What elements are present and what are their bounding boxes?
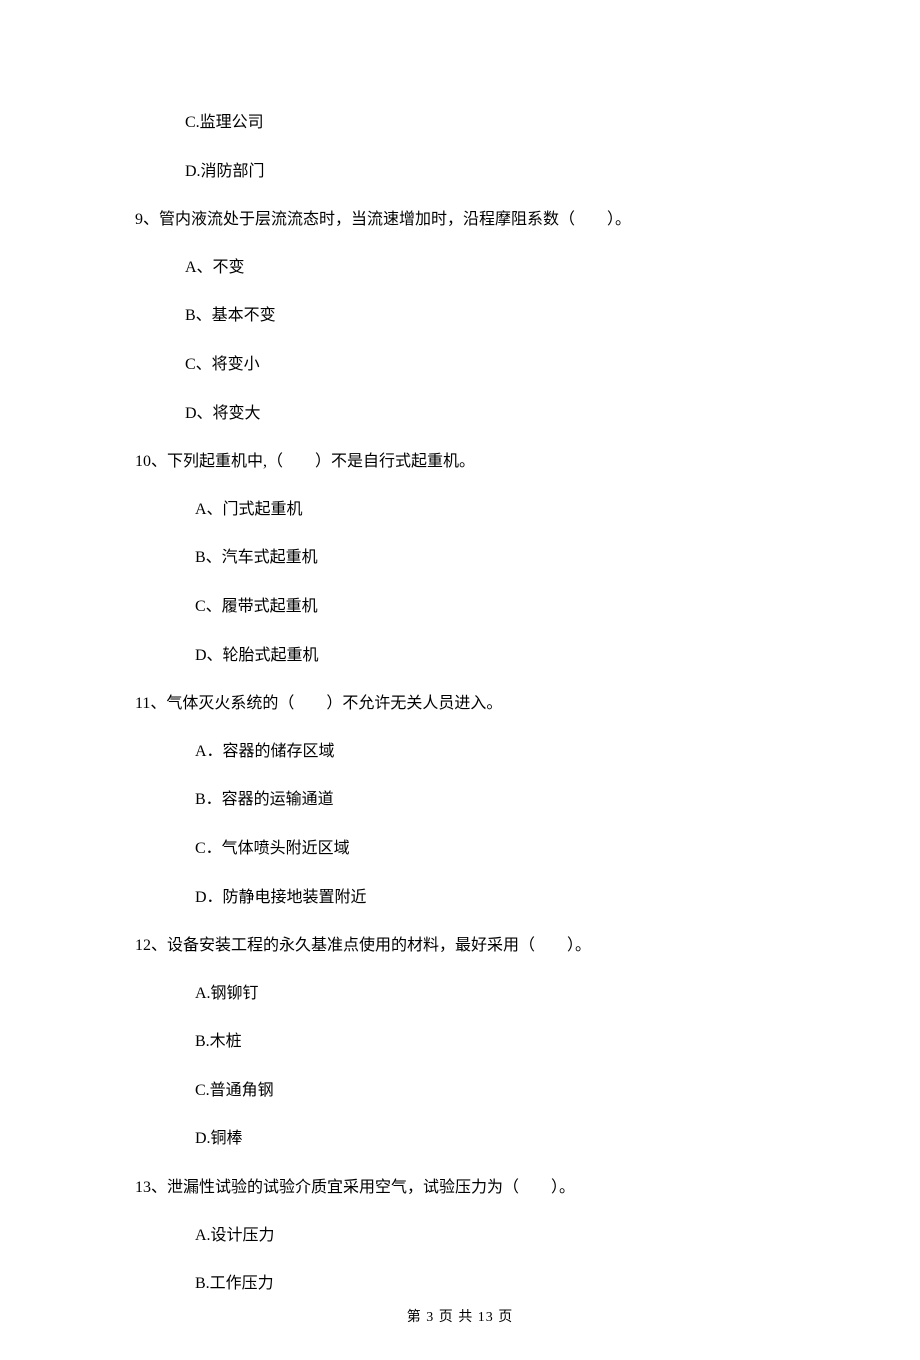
option-text: D.消防部门 bbox=[135, 159, 800, 185]
question-number: 13 bbox=[135, 1179, 151, 1196]
question-number: 10 bbox=[135, 453, 151, 470]
option-text: A.设计压力 bbox=[135, 1223, 800, 1249]
option-text: C.监理公司 bbox=[135, 110, 800, 136]
option-text: C．气体喷头附近区域 bbox=[135, 836, 800, 862]
option-text: C、将变小 bbox=[135, 352, 800, 378]
question-number: 11 bbox=[135, 695, 150, 712]
option-text: A、门式起重机 bbox=[135, 497, 800, 523]
question-text: 、设备安装工程的永久基准点使用的材料，最好采用（ ）。 bbox=[151, 937, 591, 954]
question-12: 12、设备安装工程的永久基准点使用的材料，最好采用（ ）。 bbox=[135, 933, 800, 959]
option-text: C.普通角钢 bbox=[135, 1078, 800, 1104]
question-text: 、气体灭火系统的（ ）不允许无关人员进入。 bbox=[150, 695, 502, 712]
question-text: 、泄漏性试验的试验介质宜采用空气，试验压力为（ ）。 bbox=[151, 1179, 575, 1196]
option-text: B.木桩 bbox=[135, 1029, 800, 1055]
option-text: D.铜棒 bbox=[135, 1126, 800, 1152]
question-13: 13、泄漏性试验的试验介质宜采用空气，试验压力为（ ）。 bbox=[135, 1175, 800, 1201]
question-text: 、下列起重机中,（ ）不是自行式起重机。 bbox=[151, 453, 475, 470]
question-number: 9 bbox=[135, 211, 143, 228]
option-text: B、汽车式起重机 bbox=[135, 545, 800, 571]
document-page: C.监理公司 D.消防部门 9、管内液流处于层流流态时，当流速增加时，沿程摩阻系… bbox=[0, 0, 920, 1360]
option-text: B、基本不变 bbox=[135, 303, 800, 329]
option-text: C、履带式起重机 bbox=[135, 594, 800, 620]
option-text: A、不变 bbox=[135, 255, 800, 281]
option-text: A.钢铆钉 bbox=[135, 981, 800, 1007]
question-text: 、管内液流处于层流流态时，当流速增加时，沿程摩阻系数（ ）。 bbox=[143, 211, 631, 228]
option-text: B.工作压力 bbox=[135, 1271, 800, 1297]
option-text: D、将变大 bbox=[135, 401, 800, 427]
question-10: 10、下列起重机中,（ ）不是自行式起重机。 bbox=[135, 449, 800, 475]
option-text: D．防静电接地装置附近 bbox=[135, 885, 800, 911]
question-11: 11、气体灭火系统的（ ）不允许无关人员进入。 bbox=[135, 691, 800, 717]
option-text: A．容器的储存区域 bbox=[135, 739, 800, 765]
option-text: B．容器的运输通道 bbox=[135, 787, 800, 813]
page-footer: 第 3 页 共 13 页 bbox=[0, 1307, 920, 1329]
question-9: 9、管内液流处于层流流态时，当流速增加时，沿程摩阻系数（ ）。 bbox=[135, 207, 800, 233]
question-number: 12 bbox=[135, 937, 151, 954]
option-text: D、轮胎式起重机 bbox=[135, 643, 800, 669]
